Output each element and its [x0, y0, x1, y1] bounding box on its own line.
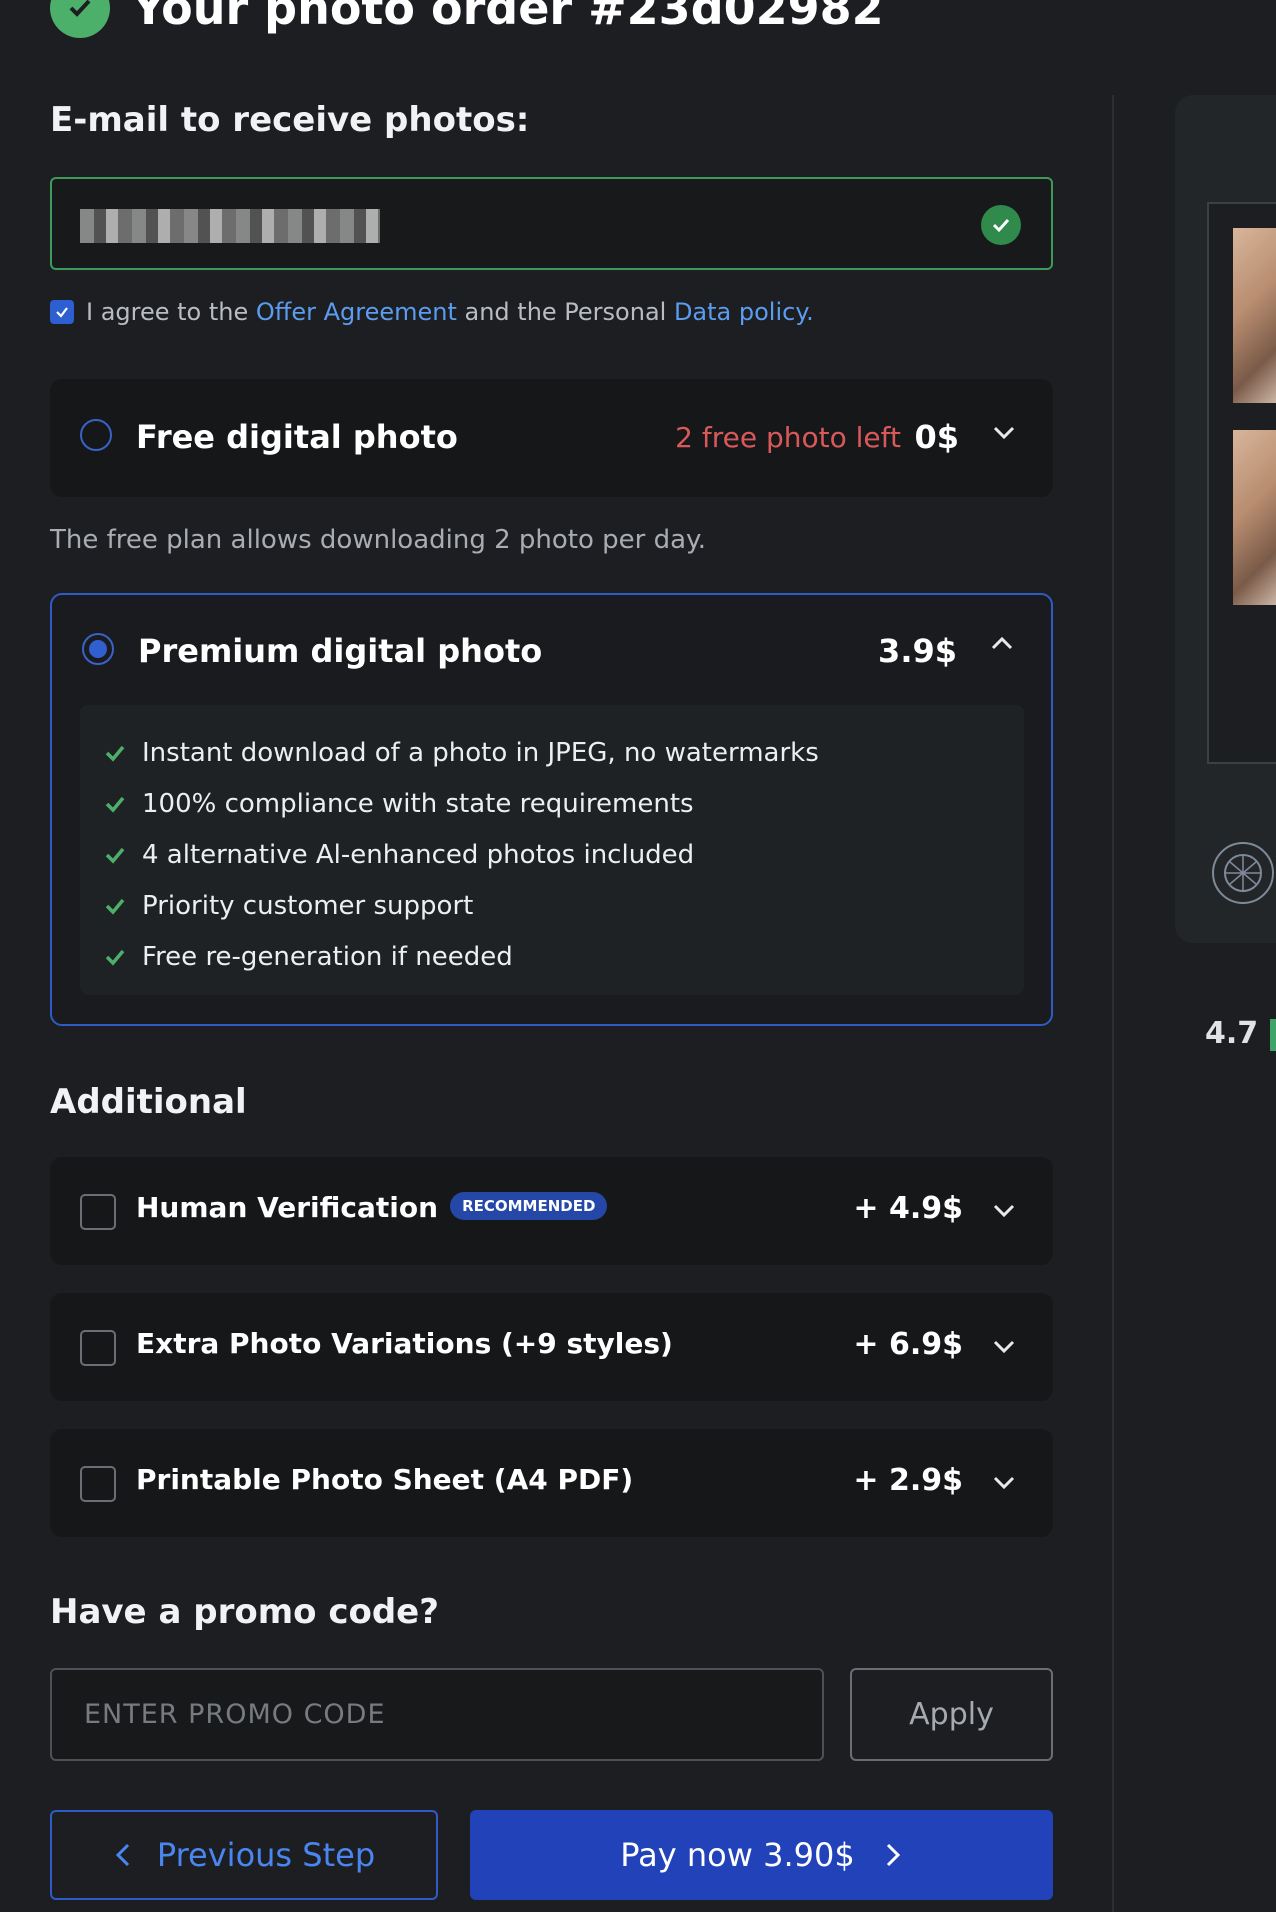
check-icon — [105, 898, 125, 915]
previous-step-label: Previous Step — [156, 1836, 376, 1874]
agreement-text: I agree to the Offer Agreement and the P… — [86, 298, 814, 326]
feature-label: Priority customer support — [142, 890, 474, 921]
additional-title: Additional — [50, 1082, 247, 1122]
plan-free[interactable]: Free digital photo 2 free photo left 0$ — [50, 379, 1053, 497]
email-label: E-mail to receive photos: — [50, 100, 530, 140]
check-icon — [105, 949, 125, 966]
addon-name: Extra Photo Variations (+9 styles) — [136, 1327, 673, 1360]
feature-item: Priority customer support — [104, 880, 1024, 931]
plan-premium-radio[interactable] — [82, 633, 114, 665]
rating-value: 4.7 — [1205, 1016, 1259, 1051]
chevron-left-icon — [115, 1843, 129, 1867]
chevron-down-icon[interactable] — [989, 1195, 1019, 1225]
previous-step-button[interactable]: Previous Step — [50, 1810, 438, 1900]
pay-now-label: Pay now 3.90$ — [620, 1836, 855, 1874]
premium-features-list: Instant download of a photo in JPEG, no … — [80, 705, 1024, 995]
addon-name: Printable Photo Sheet (A4 PDF) — [136, 1463, 634, 1496]
rating-bar — [1270, 1019, 1276, 1051]
check-icon — [105, 745, 125, 762]
check-icon — [105, 847, 125, 864]
plan-free-name: Free digital photo — [136, 418, 458, 456]
addon-printable-sheet[interactable]: Printable Photo Sheet (A4 PDF) + 2.9$ — [50, 1429, 1053, 1537]
feature-label: Instant download of a photo in JPEG, no … — [142, 737, 819, 768]
feature-label: Free re-generation if needed — [142, 941, 513, 972]
plan-free-price: 0$ — [914, 418, 959, 456]
agreement-text-after: . — [806, 298, 814, 326]
free-plan-note: The free plan allows downloading 2 photo… — [50, 525, 707, 555]
agreement-text-middle: and the Personal — [456, 298, 674, 326]
free-photos-left: 2 free photo left — [675, 421, 901, 454]
addon-human-verification[interactable]: Human Verification RECOMMENDED + 4.9$ — [50, 1157, 1053, 1265]
chevron-down-icon[interactable] — [989, 417, 1019, 447]
chevron-down-icon[interactable] — [989, 1331, 1019, 1361]
feature-item: Instant download of a photo in JPEG, no … — [104, 727, 1024, 778]
icao-seal-icon — [1212, 842, 1274, 904]
addon-name-text: Human Verification — [136, 1191, 439, 1224]
email-value-redacted — [80, 209, 380, 243]
addon-price: + 2.9$ — [853, 1463, 963, 1498]
chevron-up-icon[interactable] — [987, 629, 1017, 659]
addon-checkbox[interactable] — [80, 1466, 116, 1502]
agreement-checkbox[interactable] — [50, 300, 74, 324]
feature-item: 4 alternative Al-enhanced photos include… — [104, 829, 1024, 880]
chevron-right-icon — [886, 1843, 900, 1867]
plan-premium-name: Premium digital photo — [138, 632, 543, 670]
addon-price: + 4.9$ — [853, 1191, 963, 1226]
addon-extra-variations[interactable]: Extra Photo Variations (+9 styles) + 6.9… — [50, 1293, 1053, 1401]
plan-premium[interactable]: Premium digital photo 3.9$ Instant downl… — [50, 593, 1053, 1026]
order-header: Your photo order #23d02982 — [50, 0, 884, 38]
data-policy-link[interactable]: Data policy — [674, 298, 806, 326]
recommended-badge: RECOMMENDED — [450, 1192, 608, 1220]
promo-title: Have a promo code? — [50, 1592, 439, 1632]
check-circle-icon — [50, 0, 110, 38]
email-field[interactable] — [50, 177, 1053, 270]
addon-checkbox[interactable] — [80, 1330, 116, 1366]
page-title: Your photo order #23d02982 — [132, 0, 884, 35]
feature-item: 100% compliance with state requirements — [104, 778, 1024, 829]
agreement-text-before: I agree to the — [86, 298, 256, 326]
addon-name: Human Verification RECOMMENDED — [136, 1191, 608, 1224]
check-icon — [105, 796, 125, 813]
addon-checkbox[interactable] — [80, 1194, 116, 1230]
checkout-page: Your photo order #23d02982 E-mail to rec… — [0, 0, 1276, 1912]
promo-code-input[interactable] — [50, 1668, 824, 1761]
photo-thumbnail[interactable] — [1233, 430, 1276, 605]
feature-item: Free re-generation if needed — [104, 931, 1024, 982]
feature-label: 4 alternative Al-enhanced photos include… — [142, 839, 695, 870]
plan-premium-price: 3.9$ — [878, 632, 957, 670]
plan-free-radio[interactable] — [80, 419, 112, 451]
agreement-row: I agree to the Offer Agreement and the P… — [50, 298, 814, 326]
offer-agreement-link[interactable]: Offer Agreement — [256, 298, 457, 326]
email-valid-icon — [981, 205, 1021, 245]
apply-promo-button[interactable]: Apply — [850, 1668, 1053, 1761]
feature-label: 100% compliance with state requirements — [142, 788, 694, 819]
addon-price: + 6.9$ — [853, 1327, 963, 1362]
pay-now-button[interactable]: Pay now 3.90$ — [470, 1810, 1053, 1900]
column-divider — [1112, 95, 1114, 1912]
photo-thumbnail[interactable] — [1233, 228, 1276, 403]
chevron-down-icon[interactable] — [989, 1467, 1019, 1497]
